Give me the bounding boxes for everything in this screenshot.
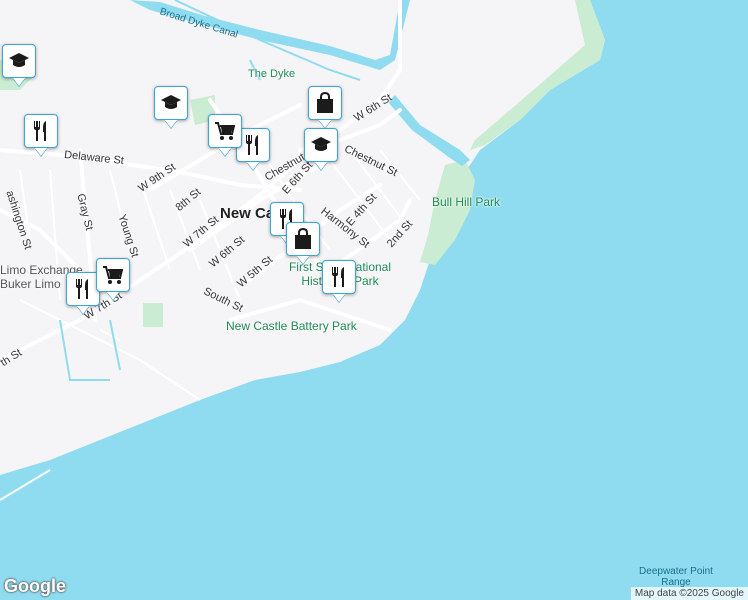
restaurant-pin[interactable] — [322, 260, 356, 304]
shopping-pin[interactable] — [286, 222, 320, 266]
school-icon — [154, 86, 188, 120]
grocery-pin[interactable] — [96, 258, 130, 302]
restaurant-pin[interactable] — [24, 114, 58, 158]
deepwater-point-range-label: Deepwater Point Range — [639, 566, 713, 588]
map-canvas[interactable]: Broad Dyke Canal The Dyke Bull Hill Park… — [0, 0, 748, 600]
school-pin[interactable] — [154, 86, 188, 130]
shopping-cart-icon — [208, 114, 242, 148]
school-pin[interactable] — [304, 128, 338, 172]
grocery-pin[interactable] — [208, 114, 242, 158]
shopping-pin[interactable] — [308, 86, 342, 130]
restaurant-icon — [66, 272, 100, 306]
google-logo[interactable]: Google — [4, 576, 66, 597]
shopping-bag-icon — [308, 86, 342, 120]
the-dyke-label: The Dyke — [248, 68, 296, 80]
map-attribution[interactable]: Map data ©2025 Google — [630, 587, 748, 600]
restaurant-icon — [322, 260, 356, 294]
restaurant-icon — [24, 114, 58, 148]
buker-limo-label[interactable]: Buker Limo — [0, 278, 61, 290]
shopping-bag-icon — [286, 222, 320, 256]
school-pin[interactable] — [2, 44, 36, 88]
school-icon — [2, 44, 36, 78]
battery-park-label[interactable]: New Castle Battery Park — [226, 320, 357, 332]
shopping-cart-icon — [96, 258, 130, 292]
restaurant-pin[interactable] — [66, 272, 100, 316]
school-icon — [304, 128, 338, 162]
bull-hill-park-label[interactable]: Bull Hill Park — [432, 196, 500, 208]
